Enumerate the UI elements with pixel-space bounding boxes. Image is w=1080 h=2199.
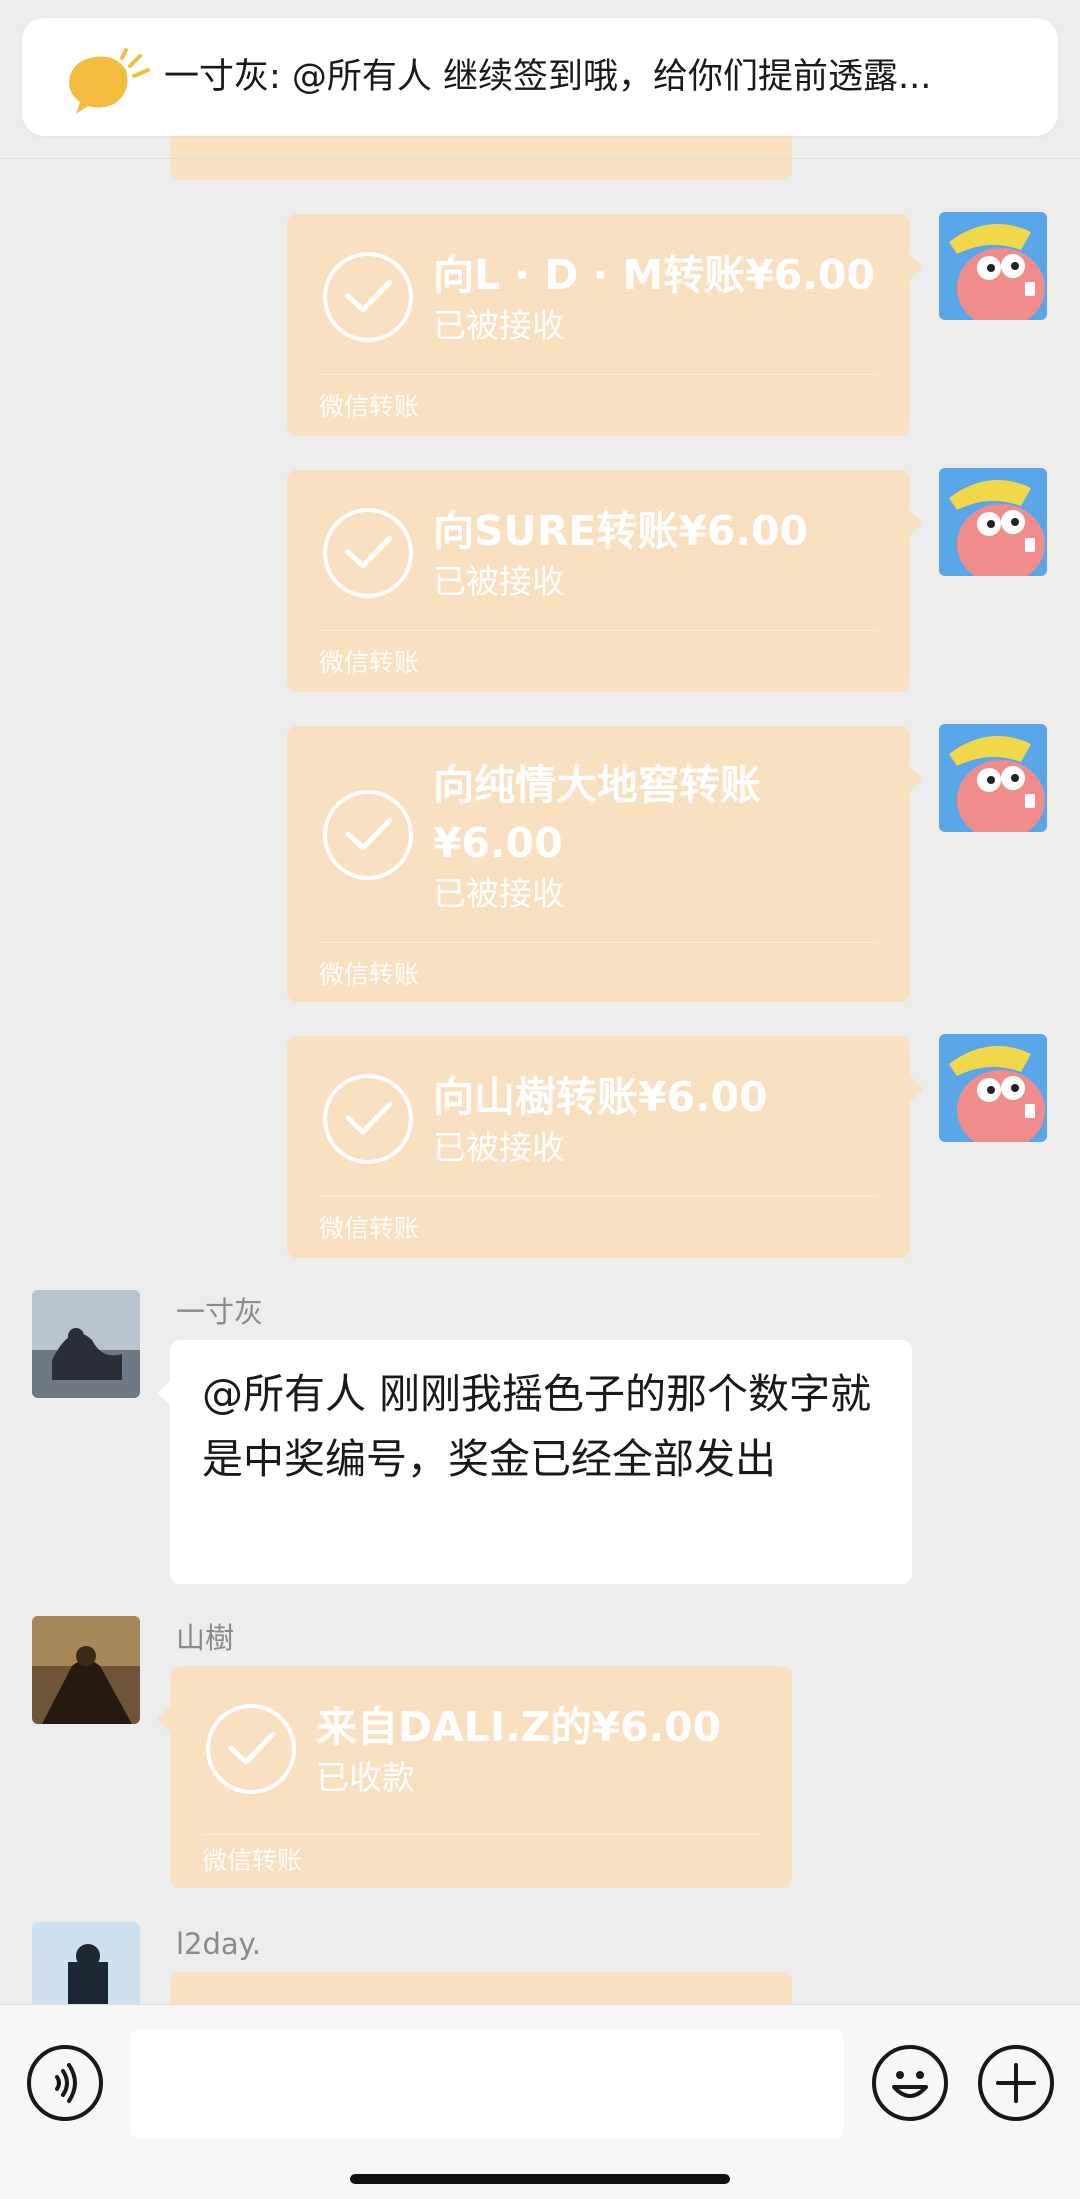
- avatar-self[interactable]: [939, 212, 1047, 320]
- sender-name: 一寸灰: [176, 1295, 264, 1329]
- check-circle-icon: [323, 508, 413, 598]
- sender-name: l2day.: [176, 1927, 261, 1961]
- transfer-amount: 向山樹转账¥6.00: [433, 1073, 768, 1121]
- transfer-footer: 微信转账: [319, 392, 420, 421]
- transfer-amount: 向SURE转账¥6.00: [433, 507, 809, 555]
- notice-text: 一寸灰: @所有人 继续签到哦，给你们提前透露...: [164, 57, 932, 97]
- transfer-amount: 向L · D · M转账¥6.00: [433, 251, 875, 299]
- chat-area[interactable]: 向L · D · M转账¥6.00 已被接收 微信转账 向SURE转账¥6.00…: [0, 0, 1080, 2004]
- avatar-sender[interactable]: [32, 1616, 140, 1724]
- transfer-card-partial[interactable]: [170, 1972, 792, 2004]
- transfer-amount-line1: 向纯情大地窖转账: [433, 761, 761, 809]
- transfer-status: 已被接收: [433, 1128, 565, 1167]
- transfer-footer: 微信转账: [319, 1214, 420, 1243]
- sender-name: 山樹: [176, 1621, 235, 1655]
- transfer-card-sent[interactable]: 向SURE转账¥6.00 已被接收 微信转账: [287, 470, 923, 692]
- transfer-card-sent[interactable]: 向L · D · M转账¥6.00 已被接收 微信转账: [287, 214, 923, 436]
- emoji-button[interactable]: [872, 2045, 948, 2121]
- transfer-card-received[interactable]: 来自DALI.Z的¥6.00 已收款 微信转账: [157, 1666, 792, 1888]
- card-divider: [319, 942, 878, 943]
- speech-bubble-icon: [64, 48, 160, 124]
- card-divider: [319, 1196, 878, 1197]
- more-options-button[interactable]: [978, 2045, 1054, 2121]
- card-divider: [319, 374, 878, 375]
- transfer-footer: 微信转账: [319, 960, 420, 989]
- voice-input-button[interactable]: [27, 2045, 103, 2121]
- transfer-card-sent[interactable]: 向山樹转账¥6.00 已被接收 微信转账: [287, 1036, 923, 1258]
- check-circle-icon: [323, 1074, 413, 1164]
- home-indicator[interactable]: [350, 2174, 730, 2184]
- card-divider: [319, 630, 878, 631]
- avatar-sender[interactable]: [32, 1290, 140, 1398]
- avatar-sender[interactable]: [32, 1922, 140, 2004]
- transfer-amount-line2: ¥6.00: [433, 819, 563, 867]
- card-divider: [202, 1834, 760, 1835]
- transfer-card-sent[interactable]: 向纯情大地窖转账 ¥6.00 已被接收 微信转账: [287, 726, 923, 1002]
- message-text: @所有人 刚刚我摇色子的那个数字就是中奖编号，奖金已经全部发出: [202, 1370, 872, 1483]
- message-input[interactable]: [130, 2029, 844, 2139]
- transfer-footer: 微信转账: [202, 1846, 303, 1875]
- avatar-self[interactable]: [939, 468, 1047, 576]
- input-bar: [0, 2004, 1080, 2199]
- check-circle-icon: [206, 1704, 296, 1794]
- check-circle-icon: [323, 252, 413, 342]
- transfer-amount: 来自DALI.Z的¥6.00: [316, 1703, 722, 1751]
- transfer-footer: 微信转账: [319, 648, 420, 677]
- text-message-bubble[interactable]: @所有人 刚刚我摇色子的那个数字就是中奖编号，奖金已经全部发出: [157, 1340, 912, 1584]
- check-circle-icon: [323, 790, 413, 880]
- avatar-self[interactable]: [939, 1034, 1047, 1142]
- divider: [0, 158, 1080, 159]
- avatar-self[interactable]: [939, 724, 1047, 832]
- transfer-status: 已被接收: [433, 562, 565, 601]
- group-notice-banner[interactable]: 一寸灰: @所有人 继续签到哦，给你们提前透露...: [22, 18, 1058, 136]
- transfer-status: 已被接收: [433, 306, 565, 345]
- transfer-status: 已收款: [316, 1758, 415, 1797]
- transfer-status: 已被接收: [433, 874, 565, 913]
